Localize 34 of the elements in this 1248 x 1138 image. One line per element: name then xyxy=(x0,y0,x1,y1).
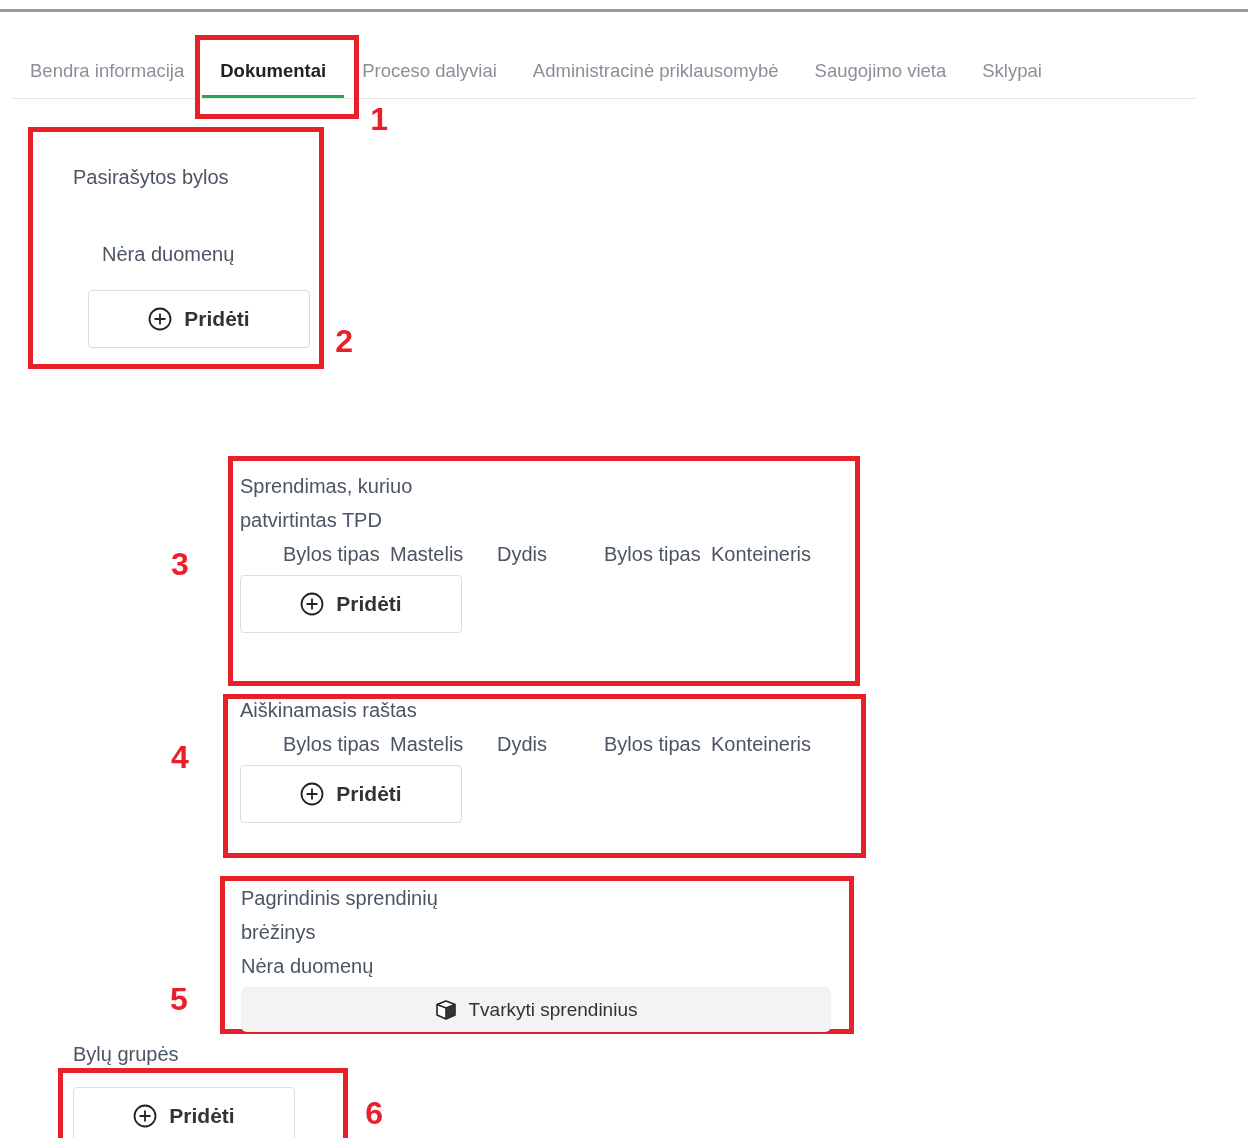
cube-icon xyxy=(434,999,457,1020)
column-header: Konteineris xyxy=(711,732,811,757)
add-button[interactable]: Pridėti xyxy=(73,1087,295,1138)
plus-circle-icon xyxy=(300,782,325,806)
column-header: Konteineris xyxy=(711,542,811,567)
column-header: Mastelis xyxy=(390,542,464,567)
annotation-number: 4 xyxy=(171,739,189,776)
plus-circle-icon xyxy=(300,592,325,616)
section-title: Bylų grupės xyxy=(73,1042,180,1066)
annotation-number: 5 xyxy=(170,981,188,1018)
plus-circle-icon xyxy=(148,307,173,331)
column-header: Bylos tipas xyxy=(604,542,701,567)
annotation-number: 6 xyxy=(365,1095,383,1132)
column-header: Mastelis xyxy=(390,732,464,757)
section-title: Pagrindinis sprendinių brėžinys xyxy=(241,886,439,945)
section-title: Sprendimas, kuriuo patvirtintas TPD xyxy=(240,474,414,533)
add-button[interactable]: Pridėti xyxy=(88,290,310,348)
annotation-number: 1 xyxy=(370,101,388,138)
manage-button[interactable]: Tvarkyti sprendinius xyxy=(241,987,831,1032)
tab[interactable]: Dokumentai xyxy=(202,46,345,98)
column-header: Dydis xyxy=(497,542,547,567)
annotation-number: 2 xyxy=(335,323,353,360)
annotation-number: 3 xyxy=(171,546,189,583)
column-header: Bylos tipas xyxy=(604,732,701,757)
column-header: Bylos tipas xyxy=(283,732,380,757)
column-header: Dydis xyxy=(497,732,547,757)
empty-message: Nėra duomenų xyxy=(241,954,375,979)
plus-circle-icon xyxy=(133,1104,158,1128)
column-header: Bylos tipas xyxy=(283,542,380,567)
section-title: Pasirašytos bylos xyxy=(73,165,230,189)
empty-message: Nėra duomenų xyxy=(102,242,236,266)
add-button[interactable]: Pridėti xyxy=(240,575,462,633)
section-title: Aiškinamasis raštas xyxy=(240,699,418,721)
add-button[interactable]: Pridėti xyxy=(240,765,462,823)
